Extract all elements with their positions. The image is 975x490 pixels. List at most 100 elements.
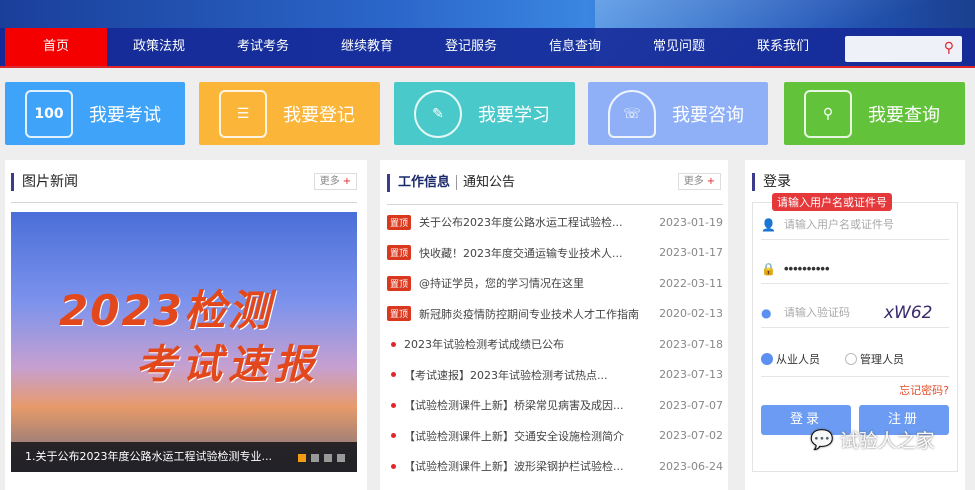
news-date: 2023-07-02	[659, 429, 723, 443]
news-date: 2023-07-18	[659, 337, 723, 351]
pinned-badge: 置顶	[387, 214, 412, 230]
news-title: 【试验检测课件上新】波形梁钢护栏试验检...	[404, 460, 624, 474]
news-date: 2022-03-11	[659, 276, 723, 290]
tile-label: 我要考试	[89, 104, 161, 126]
bullet-icon	[391, 341, 396, 347]
tab-work-info[interactable]: 工作信息	[398, 175, 450, 190]
pager-dot[interactable]	[298, 454, 306, 462]
news-title: 【试验检测课件上新】交通安全设施检测简介	[404, 429, 624, 443]
news-item[interactable]: 【试验检测课件上新】波形梁钢护栏试验检... 2023-06-24	[387, 451, 723, 482]
plus-icon: +	[706, 176, 716, 187]
news-title: 关于公布2023年度公路水运工程试验检...	[419, 216, 623, 230]
captcha-field: ● xW62	[761, 298, 949, 328]
headset-icon: ☏	[608, 89, 656, 138]
pager-dot[interactable]	[337, 454, 345, 462]
password-field: 🔒	[761, 254, 949, 284]
chat-dots-icon: ●	[761, 305, 772, 320]
news-date: 2023-07-13	[659, 368, 723, 382]
query-icon: ⚲	[804, 89, 852, 138]
radio-label: 管理人员	[860, 352, 904, 366]
news-item[interactable]: 置顶 @持证学员，您的学习情况在这里 2022-03-11	[387, 268, 723, 299]
wechat-icon: 💬	[810, 429, 834, 451]
tile-query[interactable]: ⚲ 我要查询	[784, 82, 965, 145]
radio-label: 从业人员	[776, 352, 820, 366]
news-item[interactable]: 2023年试验检测考试成绩已公布 2023-07-18	[387, 329, 723, 360]
watermark-text: 试验人之家	[839, 430, 935, 452]
photo-news-more-button[interactable]: 更多 +	[314, 173, 357, 190]
register-icon: ☰	[219, 89, 267, 138]
tile-exam[interactable]: 100 我要考试	[5, 82, 185, 145]
login-title: 登录	[752, 173, 791, 191]
nav-contact[interactable]: 联系我们	[731, 28, 835, 66]
search-icon[interactable]: ⚲	[944, 40, 954, 56]
news-item[interactable]: 置顶 新冠肺炎疫情防控期间专业技术人才工作指南 2020-02-13	[387, 299, 723, 330]
lock-icon: 🔒	[761, 261, 776, 276]
study-icon: ✎	[414, 89, 462, 138]
nav-policy[interactable]: 政策法规	[107, 28, 211, 66]
watermark: 💬 试验人之家	[810, 426, 935, 453]
captcha-image[interactable]: xW62	[884, 303, 933, 323]
divider	[11, 202, 357, 203]
bullet-icon	[391, 402, 396, 408]
news-item[interactable]: 置顶 快收藏！2023年度交通运输专业技术人... 2023-01-17	[387, 238, 723, 269]
pinned-badge: 置顶	[387, 275, 412, 291]
news-item[interactable]: 置顶 关于公布2023年度公路水运工程试验检... 2023-01-19	[387, 207, 723, 238]
tab-notices[interactable]: 通知公告	[456, 175, 516, 190]
tile-study[interactable]: ✎ 我要学习	[394, 82, 575, 145]
nav-registration[interactable]: 登记服务	[419, 28, 523, 66]
news-title: 【试验检测课件上新】桥梁常见病害及成因...	[404, 399, 624, 413]
pinned-badge: 置顶	[387, 306, 412, 322]
nav-exam[interactable]: 考试考务	[211, 28, 315, 66]
nav-info-query[interactable]: 信息查询	[523, 28, 627, 66]
work-more-button[interactable]: 更多 +	[678, 173, 721, 190]
news-date: 2023-06-24	[659, 459, 723, 473]
news-date: 2020-02-13	[659, 307, 723, 321]
news-slide[interactable]: 2023检测 考试速报 1.关于公布2023年度公路水运工程试验检测专业...	[11, 212, 357, 472]
radio-unchecked-icon	[845, 352, 857, 365]
username-input[interactable]	[784, 218, 894, 231]
nav-faq[interactable]: 常见问题	[627, 28, 731, 66]
news-tabs: 工作信息 通知公告	[387, 174, 516, 192]
nav-education[interactable]: 继续教育	[315, 28, 419, 66]
captcha-input[interactable]	[784, 306, 874, 319]
username-field: 👤	[761, 210, 949, 240]
photo-news-panel: 图片新闻 更多 + 2023检测 考试速报 1.关于公布2023年度公路水运工程试…	[5, 160, 367, 490]
search-input[interactable]	[845, 36, 935, 62]
news-title: 快收藏！2023年度交通运输专业技术人...	[419, 246, 623, 260]
bullet-icon	[391, 463, 396, 469]
pinned-badge: 置顶	[387, 245, 412, 261]
tile-label: 我要咨询	[672, 104, 744, 126]
main-nav: 首页 政策法规 考试考务 继续教育 登记服务 信息查询 常见问题 联系我们	[0, 28, 975, 68]
more-label: 更多	[319, 176, 340, 187]
news-item[interactable]: 【试验检测课件上新】交通安全设施检测简介 2023-07-02	[387, 421, 723, 452]
validation-tooltip: 请输入用户名或证件号	[772, 193, 892, 211]
slide-caption[interactable]: 1.关于公布2023年度公路水运工程试验检测专业...	[11, 442, 357, 472]
news-item[interactable]: 【考试速报】2023年试验检测考试热点... 2023-07-13	[387, 360, 723, 391]
search-box: ⚲	[845, 36, 962, 62]
plus-icon: +	[342, 176, 352, 187]
user-icon: 👤	[761, 217, 776, 232]
radio-checked-icon	[761, 352, 773, 365]
slide-pager	[298, 454, 345, 462]
role-selector: 从业人员 管理人员	[761, 341, 949, 377]
tile-consult[interactable]: ☏ 我要咨询	[588, 82, 768, 145]
monitor-icon: 100	[25, 89, 73, 138]
password-input[interactable]	[784, 261, 894, 276]
slide-headline: 2023检测	[59, 286, 272, 335]
news-title: @持证学员，您的学习情况在这里	[419, 277, 585, 291]
radio-practitioner[interactable]: 从业人员	[761, 351, 820, 367]
forgot-password-link[interactable]: 忘记密码?	[899, 382, 949, 398]
tile-register[interactable]: ☰ 我要登记	[199, 82, 380, 145]
nav-home[interactable]: 首页	[5, 28, 107, 66]
news-title: 2023年试验检测考试成绩已公布	[404, 338, 564, 352]
radio-admin[interactable]: 管理人员	[845, 351, 904, 367]
news-item[interactable]: 【试验检测课件上新】桥梁常见病害及成因... 2023-07-07	[387, 390, 723, 421]
tile-label: 我要查询	[868, 104, 940, 126]
news-date: 2023-07-07	[659, 398, 723, 412]
bullet-icon	[391, 372, 396, 378]
news-title: 新冠肺炎疫情防控期间专业技术人才工作指南	[419, 307, 640, 321]
bullet-icon	[391, 433, 396, 439]
pager-dot[interactable]	[311, 454, 319, 462]
pager-dot[interactable]	[324, 454, 332, 462]
news-title: 【考试速报】2023年试验检测考试热点...	[404, 368, 608, 382]
